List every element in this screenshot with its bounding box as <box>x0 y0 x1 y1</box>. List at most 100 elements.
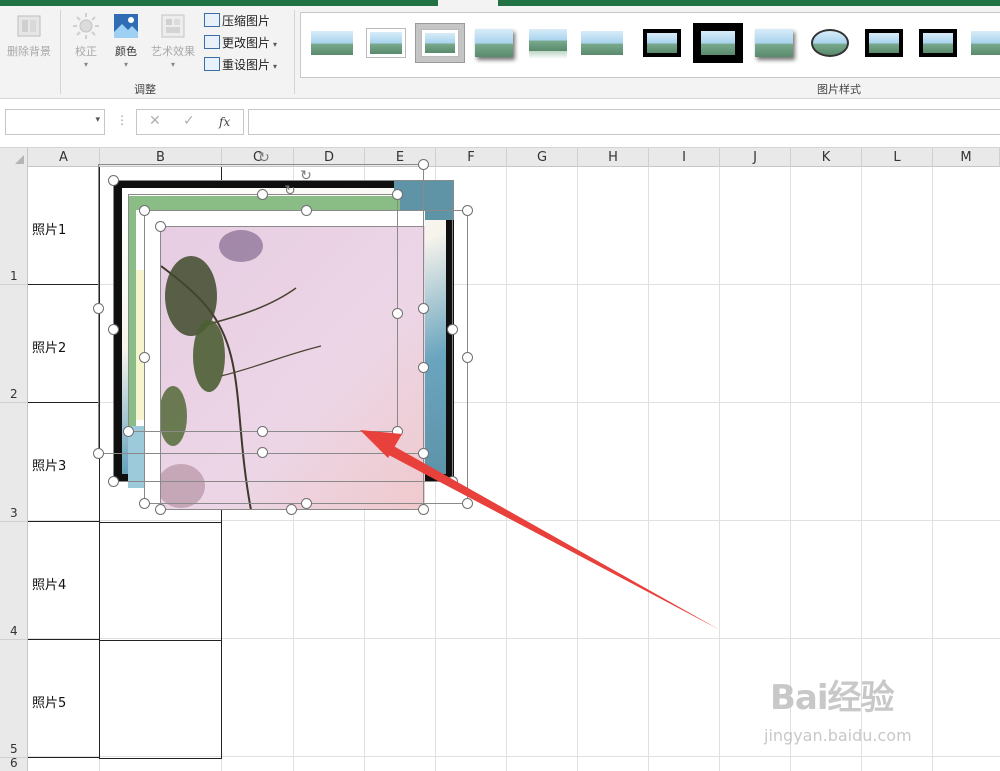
picture-style-more[interactable] <box>967 23 1000 63</box>
column-header-a[interactable]: A <box>28 148 100 167</box>
enter-icon[interactable]: ✓ <box>183 113 195 129</box>
row-header-4[interactable]: 4 <box>0 522 27 640</box>
reset-picture-button[interactable]: 重设图片 ▾ <box>204 55 277 75</box>
style-preview <box>643 29 681 57</box>
cancel-icon[interactable]: ✕ <box>149 113 161 129</box>
color-button[interactable]: 颜色 ▾ <box>102 12 150 69</box>
drag-handle-icon[interactable]: ⋮ <box>116 113 128 127</box>
insert-function-icon[interactable]: fx <box>219 115 230 129</box>
change-picture-button[interactable]: 更改图片 ▾ <box>204 33 277 53</box>
resize-handle[interactable] <box>392 189 403 200</box>
rotate-handle-icon[interactable]: ↻ <box>282 183 298 199</box>
resize-handle[interactable] <box>462 205 473 216</box>
row-header-3[interactable]: 3 <box>0 403 27 522</box>
cell-text: 照片4 <box>32 578 67 593</box>
cell-a4[interactable]: 照片4 <box>28 522 99 640</box>
cell-a1[interactable]: 照片1 <box>28 167 99 285</box>
picture-style-white-frame[interactable] <box>361 23 411 63</box>
row-number: 6 <box>10 756 18 770</box>
resize-handle[interactable] <box>93 448 104 459</box>
picture-style-shadow-rect[interactable] <box>749 23 799 63</box>
resize-handle[interactable] <box>155 504 166 515</box>
row-header-6[interactable]: 6 <box>0 756 27 771</box>
resize-handle[interactable] <box>301 205 312 216</box>
formula-input[interactable] <box>248 109 1000 135</box>
picture-style-reflected[interactable] <box>523 23 573 63</box>
cell-a5[interactable]: 照片5 <box>28 640 99 758</box>
column-header-j[interactable]: J <box>720 148 791 167</box>
formula-bar: ▾ ⋮ ✕ ✓ fx <box>0 99 1000 147</box>
chevron-down-icon: ▾ <box>273 40 278 49</box>
chevron-down-icon: ▾ <box>273 62 278 71</box>
picture-style-simple-frame[interactable] <box>307 23 357 63</box>
row-header-2[interactable]: 2 <box>0 285 27 403</box>
cell-b4-border <box>99 522 222 523</box>
resize-handle[interactable] <box>462 352 473 363</box>
baidu-watermark-logo: Bai经验 jingyan.baidu.com <box>764 670 912 745</box>
select-all-button[interactable] <box>0 148 28 167</box>
resize-handle[interactable] <box>257 189 268 200</box>
watermark-logo-text: Bai经验 <box>770 678 895 718</box>
style-preview <box>811 29 849 57</box>
picture-style-oval[interactable] <box>805 23 855 63</box>
name-box[interactable]: ▾ <box>5 109 105 135</box>
resize-handle[interactable] <box>108 476 119 487</box>
reset-picture-icon <box>204 57 220 71</box>
remove-background-button[interactable]: 删除背景 <box>4 12 54 59</box>
resize-handle[interactable] <box>447 324 458 335</box>
resize-handle[interactable] <box>257 447 268 458</box>
resize-handle[interactable] <box>392 308 403 319</box>
rotate-handle-icon[interactable]: ↻ <box>256 150 272 166</box>
picture-style-black-frame[interactable] <box>637 23 687 63</box>
column-header-h[interactable]: H <box>578 148 649 167</box>
row-header-1[interactable]: 1 <box>0 167 27 285</box>
resize-handle[interactable] <box>286 504 297 515</box>
column-header-i[interactable]: I <box>649 148 720 167</box>
rotate-handle-icon[interactable]: ↻ <box>298 168 314 184</box>
artistic-effects-button[interactable]: 艺术效果 ▾ <box>148 12 198 69</box>
column-header-l[interactable]: L <box>862 148 933 167</box>
remove-background-icon <box>17 15 41 37</box>
resize-handle[interactable] <box>418 303 429 314</box>
select-all-triangle-icon <box>15 155 24 164</box>
column-header-m[interactable]: M <box>933 148 1000 167</box>
style-preview <box>865 29 903 57</box>
row-number: 2 <box>10 387 18 401</box>
cell-a2[interactable]: 照片2 <box>28 285 99 403</box>
picture-style-selected[interactable] <box>415 23 465 63</box>
cell-a3[interactable]: 照片3 <box>28 403 99 522</box>
column-header-f[interactable]: F <box>436 148 507 167</box>
compress-pictures-button[interactable]: 压缩图片 <box>204 11 270 31</box>
row-header-5[interactable]: 5 <box>0 640 27 758</box>
ribbon-separator <box>60 10 61 94</box>
resize-handle[interactable] <box>139 205 150 216</box>
picture-style-thick-black[interactable] <box>693 23 743 63</box>
resize-handle[interactable] <box>257 426 268 437</box>
resize-handle[interactable] <box>301 498 312 509</box>
style-preview <box>311 31 353 55</box>
resize-handle[interactable] <box>139 498 150 509</box>
picture-style-bevel[interactable] <box>913 23 963 63</box>
resize-handle[interactable] <box>139 352 150 363</box>
compress-icon <box>204 13 220 27</box>
cell-text: 照片1 <box>32 223 67 238</box>
cell-text: 照片3 <box>32 459 67 474</box>
resize-handle[interactable] <box>108 324 119 335</box>
resize-handle[interactable] <box>108 175 119 186</box>
style-preview <box>529 29 567 51</box>
column-header-g[interactable]: G <box>507 148 578 167</box>
picture-styles-group-label: 图片样式 <box>817 83 861 96</box>
change-picture-icon <box>204 35 220 49</box>
resize-handle[interactable] <box>418 362 429 373</box>
resize-handle[interactable] <box>93 303 104 314</box>
picture-style-soft-edge[interactable] <box>577 23 627 63</box>
resize-handle[interactable] <box>418 159 429 170</box>
picture-style-metal-frame[interactable] <box>859 23 909 63</box>
artistic-effects-label: 艺术效果 <box>151 45 195 58</box>
column-header-k[interactable]: K <box>791 148 862 167</box>
picture-style-drop-shadow[interactable] <box>469 23 519 63</box>
resize-handle[interactable] <box>155 221 166 232</box>
resize-handle[interactable] <box>123 426 134 437</box>
watermark-url: jingyan.baidu.com <box>764 726 912 745</box>
corrections-label: 校正 <box>75 45 97 58</box>
